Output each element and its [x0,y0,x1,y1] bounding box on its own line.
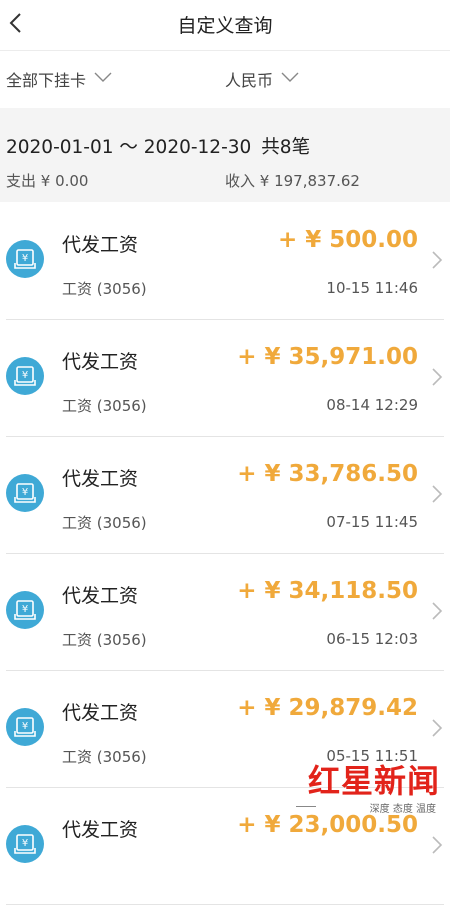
svg-text:¥: ¥ [22,253,28,264]
transaction-name: 代发工资 [62,819,139,841]
salary-icon: ¥ [6,357,44,395]
summary-panel: 2020-01-01 ～ 2020-12-30 共8笔 支出 ¥ 0.00 收入 … [0,108,450,202]
salary-icon: ¥ [6,825,44,863]
salary-icon: ¥ [6,591,44,629]
chevron-right-icon [432,251,443,269]
transaction-time: 06-15 12:03 [326,630,418,648]
watermark-logo: 红星新闻 [307,762,440,800]
card-filter-label: 全部下挂卡 [6,71,87,90]
transaction-name: 代发工资 [62,468,139,490]
chevron-down-icon [94,72,112,82]
transaction-name: 代发工资 [62,234,139,256]
transaction-amount: + ¥ 500.00 [277,227,418,253]
transaction-row[interactable]: ¥ 代发工资 工资 (3056) + ¥ 35,971.00 08-14 12:… [6,320,444,437]
transaction-amount: + ¥ 34,118.50 [237,578,418,604]
transaction-time: 10-15 11:46 [326,279,418,297]
watermark-tagline: 深度 态度 温度 [369,804,436,815]
date-range: 2020-01-01 ～ 2020-12-30 共8笔 [6,133,310,159]
transaction-account: 工资 (3056) [62,631,147,649]
salary-icon: ¥ [6,240,44,278]
date-range-text: 2020-01-01 ～ 2020-12-30 [6,137,252,158]
chevron-down-icon [281,72,299,82]
currency-filter-dropdown[interactable]: 人民币 [225,67,299,91]
nav-bar: 自定义查询 [0,0,450,51]
filter-bar: 全部下挂卡 人民币 [0,51,450,107]
svg-text:¥: ¥ [22,604,28,615]
transaction-amount: + ¥ 35,971.00 [237,344,418,370]
page-title: 自定义查询 [177,15,273,37]
transaction-row[interactable]: ¥ 代发工资 工资 (3056) + ¥ 34,118.50 06-15 12:… [6,554,444,671]
transaction-row[interactable]: ¥ 代发工资 工资 (3056) + ¥ 33,786.50 07-15 11:… [6,437,444,554]
transaction-account: 工资 (3056) [62,514,147,532]
chevron-right-icon [432,719,443,737]
watermark-divider [296,806,316,807]
transaction-name: 代发工资 [62,351,139,373]
expense-total: 支出 ¥ 0.00 [6,172,89,190]
chevron-right-icon [432,485,443,503]
svg-text:¥: ¥ [22,370,28,381]
transaction-amount: + ¥ 33,786.50 [237,461,418,487]
news-watermark: 红星新闻 深度 态度 温度 [290,756,440,816]
transaction-account: 工资 (3056) [62,397,147,415]
transaction-amount: + ¥ 29,879.42 [237,695,418,721]
transaction-row[interactable]: ¥ 代发工资 工资 (3056) + ¥ 500.00 10-15 11:46 [6,203,444,320]
transaction-account: 工资 (3056) [62,280,147,298]
salary-icon: ¥ [6,474,44,512]
chevron-right-icon [432,836,443,854]
currency-filter-label: 人民币 [225,71,274,90]
svg-text:¥: ¥ [22,487,28,498]
transaction-account: 工资 (3056) [62,748,147,766]
transaction-count: 共8笔 [261,137,311,158]
transaction-name: 代发工资 [62,585,139,607]
transaction-time: 08-14 12:29 [326,396,418,414]
transaction-name: 代发工资 [62,702,139,724]
svg-text:¥: ¥ [22,721,28,732]
chevron-right-icon [432,368,443,386]
svg-text:¥: ¥ [22,838,28,849]
transaction-time: 07-15 11:45 [326,513,418,531]
card-filter-dropdown[interactable]: 全部下挂卡 [6,67,112,91]
income-total: 收入 ¥ 197,837.62 [225,172,360,190]
salary-icon: ¥ [6,708,44,746]
chevron-right-icon [432,602,443,620]
